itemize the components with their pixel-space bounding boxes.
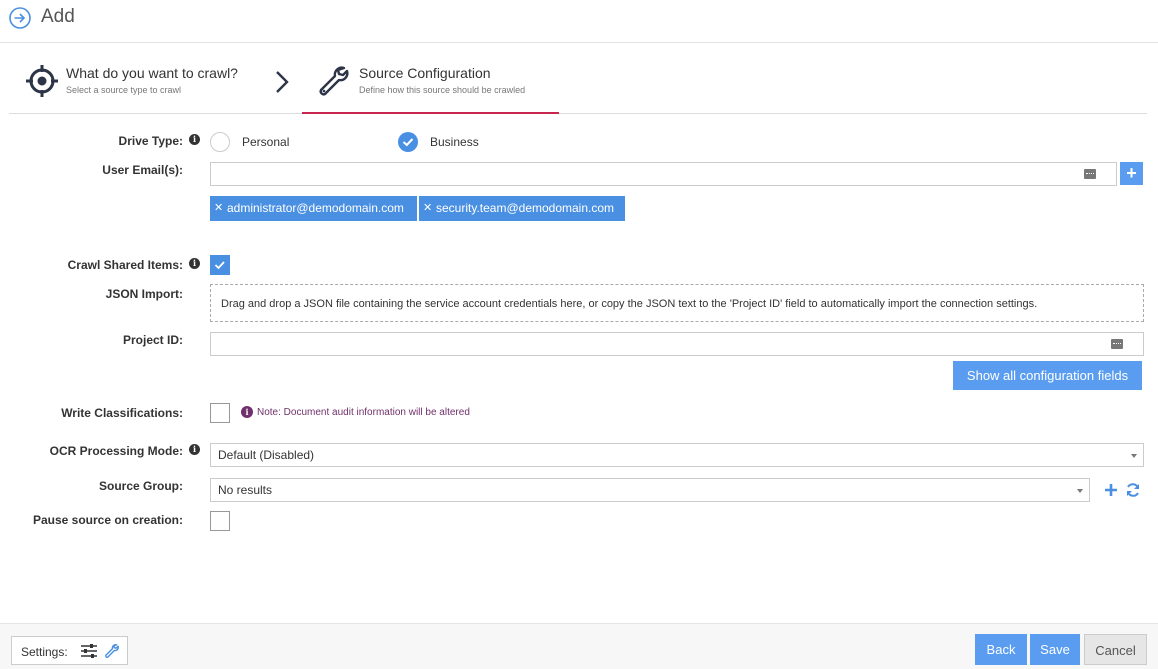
info-icon[interactable]: i [189,258,200,269]
wrench-icon [319,66,349,96]
page-title: Add [41,6,75,27]
step-title: What do you want to crawl? [66,65,238,81]
crosshair-icon [26,65,58,97]
email-tag[interactable]: ✕ administrator@demodomain.com [210,196,417,221]
json-dropzone[interactable]: Drag and drop a JSON file containing the… [210,284,1144,322]
user-emails-label: User Email(s): [102,163,183,177]
cancel-button[interactable]: Cancel [1084,634,1147,665]
source-group-select[interactable]: No results [210,478,1090,502]
page-header: Add [0,0,1158,43]
remove-tag-icon[interactable]: ✕ [214,196,223,221]
email-tag[interactable]: ✕ security.team@demodomain.com [419,196,625,221]
remove-tag-icon[interactable]: ✕ [423,196,432,221]
crawl-shared-label: Crawl Shared Items: [67,258,183,272]
refresh-icon[interactable] [1125,482,1141,498]
wrench-icon[interactable] [104,643,120,659]
info-icon: i [241,406,253,418]
pause-source-checkbox[interactable] [210,511,230,531]
project-id-input[interactable] [210,332,1144,356]
keyboard-icon [1111,339,1123,349]
keyboard-icon [1084,169,1096,179]
step-subtitle: Select a source type to crawl [66,85,182,95]
drive-type-label: Drive Type: [118,134,183,148]
add-email-button[interactable]: + [1120,162,1143,185]
save-button[interactable]: Save [1030,634,1080,665]
write-classifications-checkbox[interactable] [210,403,230,423]
show-all-fields-button[interactable]: Show all configuration fields [953,361,1142,390]
ocr-mode-select[interactable]: Default (Disabled) [210,443,1144,467]
step-source-configuration[interactable]: Source Configuration Define how this sou… [302,44,559,114]
project-id-label: Project ID: [122,333,183,347]
step-title: Source Configuration [359,65,491,81]
step-select-source[interactable]: What do you want to crawl? Select a sour… [9,44,269,113]
wizard-steps: What do you want to crawl? Select a sour… [9,44,1147,114]
chevron-right-icon [276,71,289,93]
write-classifications-label: Write Classifications: [61,406,183,420]
json-import-label: JSON Import: [105,287,183,301]
radio-business[interactable] [398,132,418,152]
pause-source-label: Pause source on creation: [32,513,183,527]
crawl-shared-checkbox[interactable] [210,255,230,275]
info-icon[interactable]: i [189,134,200,145]
sliders-icon[interactable] [81,644,97,658]
radio-personal-label: Personal [242,135,290,149]
check-icon [214,261,225,270]
source-group-label: Source Group: [98,479,183,493]
caret-down-icon [1077,489,1083,493]
plus-icon[interactable] [1104,483,1118,497]
arrow-circle-right-icon[interactable] [9,7,31,29]
radio-business-label: Business [430,135,479,149]
info-icon[interactable]: i [189,444,200,455]
settings-box: Settings: [11,636,128,665]
step-subtitle: Define how this source should be crawled [359,85,526,95]
settings-label: Settings: [21,645,68,659]
footer: Settings: Back Save Cancel [0,623,1158,669]
radio-personal[interactable] [210,132,230,152]
caret-down-icon [1131,454,1137,458]
ocr-mode-label: OCR Processing Mode: [49,444,183,458]
check-icon [402,138,414,147]
user-email-input[interactable] [210,162,1117,186]
back-button[interactable]: Back [975,634,1027,665]
